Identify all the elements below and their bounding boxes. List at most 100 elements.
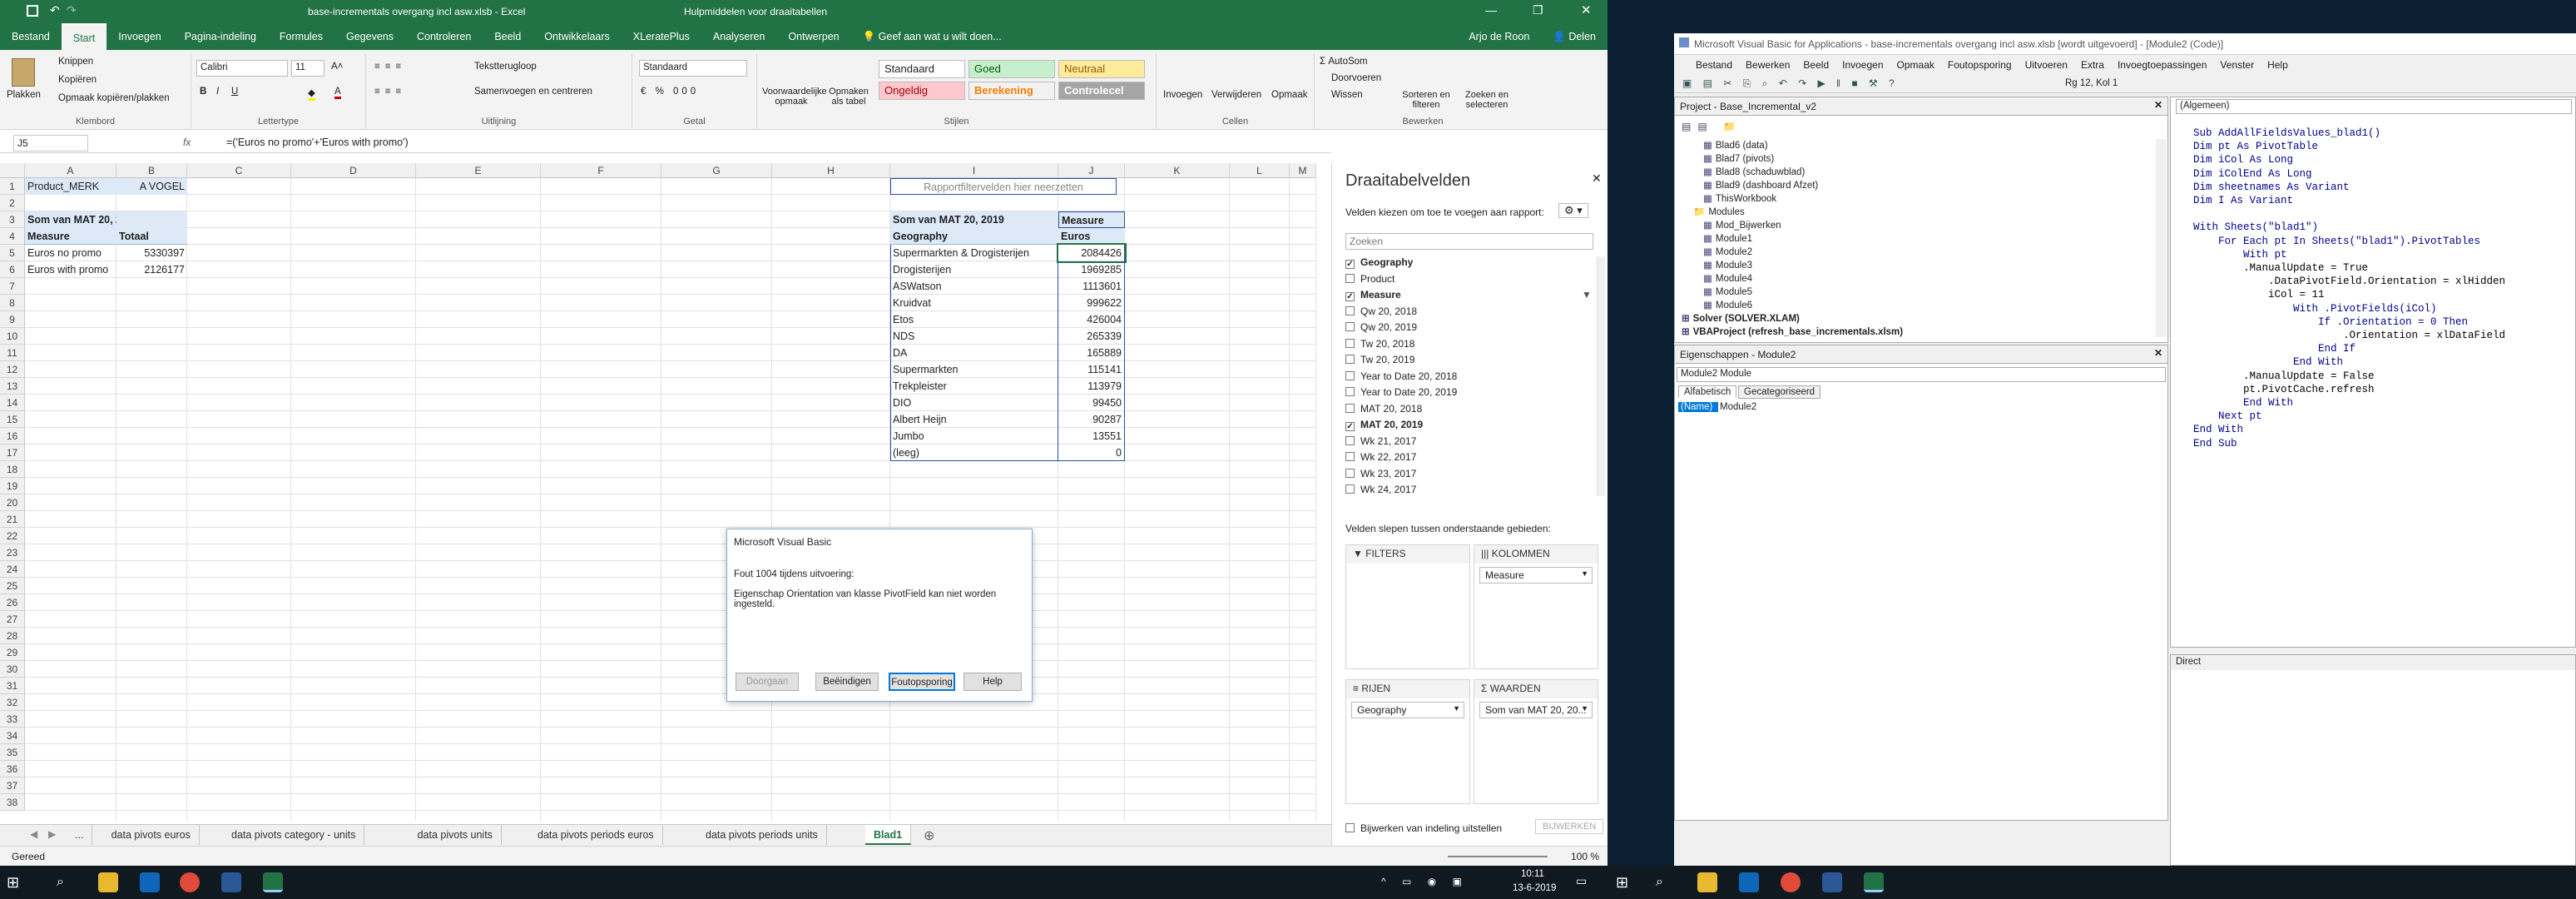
chrome-icon-2[interactable] (1781, 872, 1801, 892)
field-item[interactable]: ✓ MAT 20, 2019 (1345, 419, 1423, 431)
pivot-column-item[interactable]: Euros (1058, 228, 1125, 245)
field-scrollbar[interactable] (1597, 256, 1605, 496)
kopieren-button[interactable]: Kopiëren (58, 75, 97, 85)
row-header[interactable]: 22 (0, 528, 25, 544)
row-header[interactable]: 19 (0, 478, 25, 494)
zoom-slider[interactable] (1448, 856, 1548, 857)
code-line[interactable]: Dim sheetnames As Variant (2193, 181, 2350, 194)
property-name[interactable]: (Name) (1678, 402, 1718, 412)
column-header[interactable]: C (187, 163, 291, 178)
field-item[interactable]: Qw 20, 2019 (1345, 321, 1417, 333)
row-header[interactable]: 29 (0, 644, 25, 661)
row-header[interactable]: 7 (0, 278, 25, 295)
close-icon[interactable]: ✕ (2154, 99, 2162, 111)
field-item[interactable]: Wk 24, 2017 (1345, 484, 1416, 495)
sheet-nav-right-icon[interactable]: ▶ (48, 828, 56, 840)
row-header[interactable]: 10 (0, 328, 25, 345)
code-line[interactable]: iCol = 11 (2193, 288, 2325, 301)
tree-item[interactable]: ▦ Module1 (1703, 232, 1752, 244)
teksterugloop-button[interactable]: Tekstterugloop (474, 62, 537, 72)
field-item[interactable]: Wk 23, 2017 (1345, 468, 1416, 479)
tab-formules[interactable]: Formules (268, 23, 334, 50)
windows-start-icon[interactable]: ⊞ (7, 872, 27, 892)
vba-menu-item[interactable]: Invoegen (1842, 59, 1883, 71)
underline-button[interactable]: U (231, 87, 238, 97)
pivot-filter-label[interactable]: Product_MERK (25, 178, 116, 195)
code-line[interactable]: Sub AddAllFieldsValues_blad1() (2193, 127, 2380, 140)
column-header[interactable]: I (890, 163, 1058, 178)
tab-xlerateplus[interactable]: XLeratePlus (622, 23, 701, 50)
autosom-button[interactable]: Σ AutoSom (1320, 57, 1368, 67)
vba-menu-item[interactable]: Foutopsporing (1948, 59, 2012, 71)
code-line[interactable]: .ManualUpdate = False (2193, 370, 2375, 383)
pivot-header-fill[interactable] (116, 211, 187, 228)
code-line[interactable]: For Each pt In Sheets("blad1").PivotTabl… (2193, 235, 2480, 248)
column-header[interactable]: H (772, 163, 890, 178)
style-ongeldig[interactable]: Ongeldig (879, 82, 965, 100)
field-checkbox[interactable] (1345, 452, 1355, 461)
tab-beeld[interactable]: Beeld (483, 23, 533, 50)
number-format-select[interactable]: Standaard (639, 60, 747, 77)
sheet-tab[interactable]: ... (67, 825, 93, 845)
code-line[interactable]: .DataPivotField.Orientation = xlHidden (2193, 275, 2505, 288)
pivot-row-label[interactable]: Geography (890, 228, 1058, 245)
immediate-window[interactable]: Direct (2170, 654, 2576, 866)
style-goed[interactable]: Goed (968, 60, 1055, 78)
vba-menu-item[interactable]: Bestand (1696, 59, 1732, 71)
code-line[interactable]: If .Orientation = 0 Then (2193, 315, 2468, 329)
row-header[interactable]: 4 (0, 228, 25, 245)
vba-menu-item[interactable]: Invoegtoepassingen (2118, 59, 2207, 71)
search-icon-2[interactable]: ⌕ (1656, 872, 1676, 892)
field-checkbox[interactable] (1345, 322, 1355, 331)
sorteren-button[interactable]: Sorteren en filteren (1398, 90, 1454, 110)
row-header[interactable]: 6 (0, 261, 25, 278)
voorwaardelijke-opmaak-button[interactable]: Voorwaardelijke opmaak (762, 87, 827, 107)
vba-menu-item[interactable]: Extra (2081, 59, 2104, 71)
field-item[interactable]: Qw 20, 2018 (1345, 305, 1417, 317)
outlook-icon-2[interactable] (1739, 872, 1759, 892)
style-controlecel[interactable]: Controlecel (1058, 82, 1145, 100)
code-line[interactable]: Next pt (2193, 410, 2262, 423)
row-header[interactable]: 25 (0, 578, 25, 594)
column-header[interactable]: D (291, 163, 416, 178)
code-line[interactable]: End Sub (2193, 437, 2237, 450)
tree-item[interactable]: ▦ Module5 (1703, 286, 1752, 297)
field-item[interactable]: Product (1345, 273, 1395, 285)
tree-item[interactable]: ⊞ VBAProject (refresh_base_incrementals.x… (1682, 325, 1903, 337)
row-header[interactable]: 1 (0, 178, 25, 195)
invoegen-button[interactable]: Invoegen (1163, 90, 1202, 100)
columns-area[interactable]: ||| KOLOMMEN Measure ▼ (1474, 544, 1598, 669)
fx-icon[interactable]: fx (183, 137, 191, 148)
tab-invoegen[interactable]: Invoegen (107, 23, 172, 50)
tab-gegevens[interactable]: Gegevens (334, 23, 405, 50)
excel-taskbar-icon-2[interactable] (1864, 872, 1884, 892)
foutopsporing-button[interactable]: Foutopsporing (889, 673, 955, 691)
row-header[interactable]: 34 (0, 728, 25, 744)
field-item[interactable]: Year to Date 20, 2019 (1345, 386, 1457, 398)
field-checkbox[interactable]: ✓ (1345, 260, 1355, 269)
row-header[interactable]: 24 (0, 561, 25, 578)
row-header[interactable]: 12 (0, 361, 25, 378)
field-item[interactable]: Wk 22, 2017 (1345, 451, 1416, 463)
file-explorer-icon[interactable] (98, 872, 118, 892)
opmaak-button[interactable]: Opmaak (1271, 90, 1307, 100)
pivot-row-label[interactable]: Euros with promo (25, 261, 116, 278)
pivot-filter-value[interactable]: A VOGEL (116, 178, 187, 195)
tree-item[interactable]: ▦ Blad6 (data) (1703, 139, 1768, 151)
pivot-header[interactable]: Som van MAT 20, 2019 (25, 211, 116, 228)
row-header[interactable]: 32 (0, 694, 25, 711)
props-tab-gecategoriseerd[interactable]: Gecategoriseerd (1738, 385, 1821, 399)
tray-icons[interactable]: ^ ▭ ◉ ▣ (1381, 876, 1469, 887)
style-berekening[interactable]: Berekening (968, 82, 1055, 100)
number-format-icons[interactable]: € % 000 (641, 87, 699, 97)
font-name-select[interactable]: Calibri (196, 60, 288, 77)
word-icon-2[interactable] (1822, 872, 1842, 892)
field-checkbox[interactable] (1345, 387, 1355, 396)
row-header[interactable]: 9 (0, 311, 25, 328)
vba-toolbar-icons[interactable]: ▣ ▤ ✂ ⎘ ⌕ ↶ ↷ ▶ ‖ ■ ⚒ ? (1682, 77, 1899, 90)
zoeken-button[interactable]: Zoeken en selecteren (1458, 90, 1516, 110)
code-line[interactable]: Dim iColEnd As Long (2193, 167, 2312, 181)
field-checkbox[interactable]: ✓ (1345, 292, 1355, 301)
row-header[interactable]: 33 (0, 711, 25, 728)
column-header[interactable]: J (1058, 163, 1125, 178)
